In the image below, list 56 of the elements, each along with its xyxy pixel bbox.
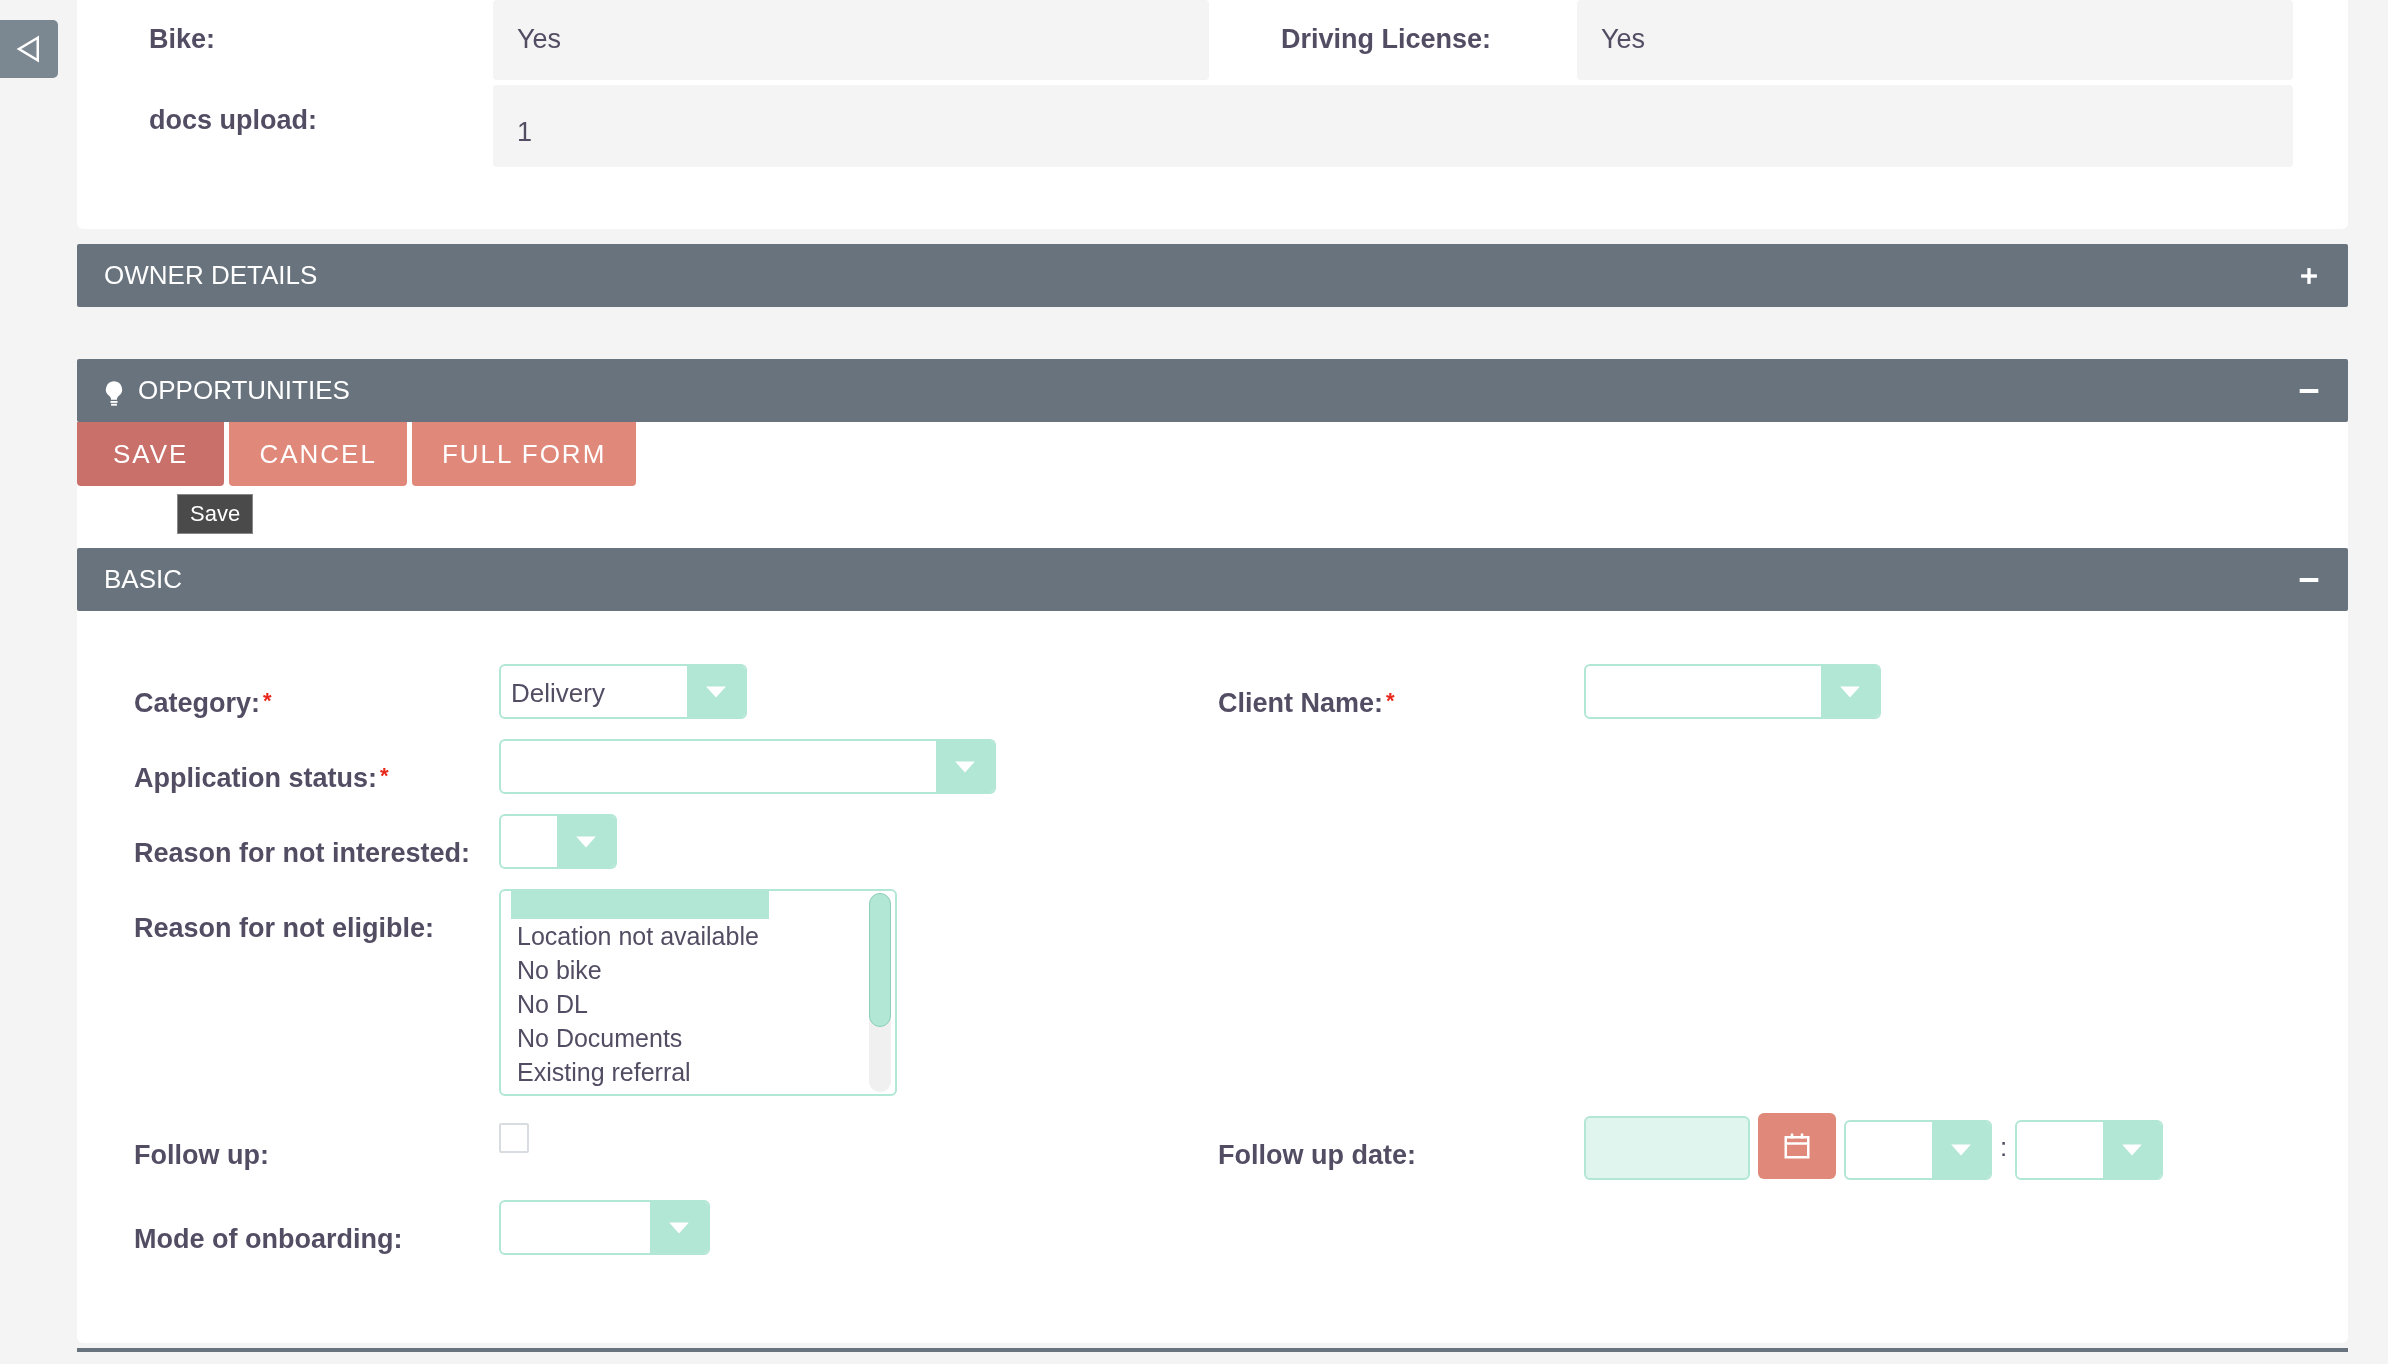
list-option[interactable]: Existing referral xyxy=(511,1055,869,1089)
dropdown-field[interactable] xyxy=(499,1200,710,1255)
field-value: Yes xyxy=(493,0,1209,80)
dropdown-field[interactable] xyxy=(499,739,996,794)
panel-title: OWNER DETAILS xyxy=(104,260,318,291)
field-label: Client Name: xyxy=(1218,688,1384,718)
field-label: Reason for not eligible: xyxy=(134,913,435,943)
panel-header[interactable]: OPPORTUNITIES xyxy=(77,359,2348,422)
calendar-button[interactable] xyxy=(1758,1113,1836,1179)
collapse-icon xyxy=(2299,388,2319,393)
dropdown-arrow-icon xyxy=(954,759,976,774)
sidebar-toggle-button[interactable] xyxy=(0,20,58,78)
field-label: Mode of onboarding: xyxy=(134,1224,403,1254)
dropdown-field[interactable] xyxy=(499,814,617,869)
dropdown-arrow-icon xyxy=(1839,684,1861,699)
calendar-icon xyxy=(1782,1131,1812,1161)
panel-header[interactable]: OWNER DETAILS xyxy=(77,244,2348,307)
field-label: Bike: xyxy=(148,23,217,56)
field-label: Category: xyxy=(134,688,261,718)
list-option-highlight[interactable] xyxy=(511,891,769,919)
field-label: Driving License: xyxy=(1280,23,1493,56)
dropdown-arrow-icon xyxy=(2121,1143,2144,1157)
required-marker: * xyxy=(263,688,272,713)
field-value: 1 xyxy=(493,85,2293,167)
field-label: docs upload: xyxy=(148,104,318,137)
list-option[interactable]: No DL xyxy=(511,987,869,1021)
dropdown-arrow-icon xyxy=(575,834,597,849)
checkbox[interactable] xyxy=(499,1123,529,1153)
scrollbar-thumb[interactable] xyxy=(869,893,891,1027)
list-option[interactable]: No bike xyxy=(511,953,869,987)
dropdown-field[interactable] xyxy=(1844,1120,1992,1180)
dropdown-arrow-icon xyxy=(705,684,727,699)
field-label: Follow up date: xyxy=(1218,1140,1416,1170)
panel-title: BASIC xyxy=(104,564,183,595)
list-box[interactable]: Location not available No bike No DL No Documents Existing referral xyxy=(499,889,897,1096)
tooltip: Save xyxy=(177,494,254,534)
panel-header[interactable]: BASIC xyxy=(77,548,2348,611)
date-input-field[interactable] xyxy=(1584,1116,1750,1180)
expand-icon xyxy=(2300,266,2318,285)
lightbulb-icon xyxy=(104,379,124,408)
field-label: Application status: xyxy=(134,763,377,793)
dropdown-field[interactable] xyxy=(1584,664,1881,719)
time-separator: : xyxy=(2000,1131,2008,1163)
list-option[interactable]: No Documents xyxy=(511,1021,869,1055)
list-option[interactable]: Location not available xyxy=(511,919,869,953)
required-marker: * xyxy=(1386,688,1395,713)
dropdown-field[interactable] xyxy=(2015,1120,2164,1180)
field-value: Yes xyxy=(1577,0,2293,80)
dropdown-field[interactable]: Delivery xyxy=(499,664,747,719)
field-label: Follow up: xyxy=(134,1140,269,1170)
dropdown-arrow-icon xyxy=(1950,1143,1972,1157)
panel-title: OPPORTUNITIES xyxy=(138,375,350,406)
required-marker: * xyxy=(380,763,389,788)
field-label: Reason for not interested: xyxy=(134,838,471,868)
dropdown-arrow-icon xyxy=(668,1220,690,1235)
collapse-icon xyxy=(2299,577,2319,582)
